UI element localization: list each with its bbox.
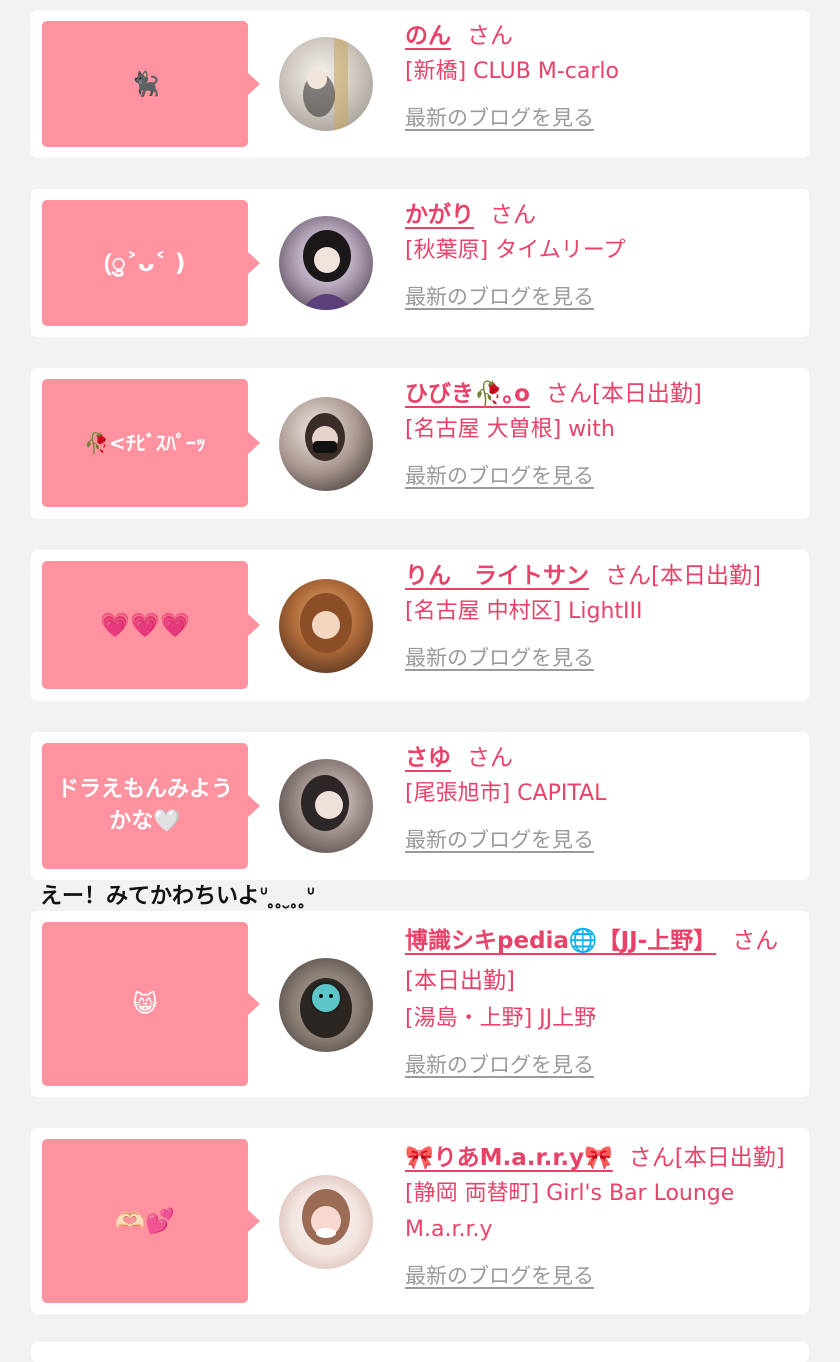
comment-text: 💗💗💗 bbox=[100, 611, 190, 639]
comment-bubble: (ु˃ᴗ˂ ) bbox=[42, 200, 260, 326]
honorific: さん bbox=[467, 23, 513, 49]
avatar-image bbox=[301, 775, 349, 831]
avatar[interactable] bbox=[279, 397, 373, 491]
avatar[interactable] bbox=[279, 37, 373, 131]
girl-card: 💗💗💗 りん ライトサン さん[本日出勤] [名古屋 中村区] LightIII … bbox=[31, 550, 809, 701]
girl-name-link[interactable]: りん ライトサン bbox=[405, 563, 589, 589]
girl-info: さゆ さん [尾張旭市] CAPITAL 最新のブログを見る bbox=[405, 740, 797, 854]
girl-info: 博識シキpedia🌐【JJ-上野】 さん[本日出勤] [湯島・上野] JJ上野 最… bbox=[405, 921, 797, 1079]
comment-bubble: 🐈‍⬛ bbox=[42, 21, 260, 147]
girl-info: ひびき🥀｡o さん[本日出勤] [名古屋 大曽根] with 最新のブログを見る bbox=[405, 376, 797, 490]
girl-card: (ु˃ᴗ˂ ) かがり さん [秋葉原] タイムリープ 最新のブログを見る bbox=[31, 189, 809, 337]
latest-blog-link[interactable]: 最新のブログを見る bbox=[405, 824, 594, 854]
honorific: さん[本日出勤] bbox=[545, 381, 702, 407]
latest-blog-link[interactable]: 最新のブログを見る bbox=[405, 460, 594, 490]
latest-blog-link[interactable]: 最新のブログを見る bbox=[405, 281, 594, 311]
shop-name: [新橋] CLUB M-carlo bbox=[405, 59, 619, 84]
shop-name: [尾張旭市] CAPITAL bbox=[405, 781, 607, 806]
girl-card: 😸 博識シキpedia🌐【JJ-上野】 さん[本日出勤] [湯島・上野] JJ上野… bbox=[31, 911, 809, 1097]
shop-name: [秋葉原] タイムリープ bbox=[405, 238, 626, 263]
shop-name: [名古屋 大曽根] with bbox=[405, 417, 615, 442]
girl-name-link[interactable]: かがり bbox=[405, 202, 474, 228]
avatar-image bbox=[300, 978, 352, 1038]
avatar-image bbox=[303, 37, 348, 131]
latest-blog-link[interactable]: 最新のブログを見る bbox=[405, 102, 594, 132]
girl-card: 🥀<ﾁﾋﾞｽﾊﾟｰｯ ひびき🥀｡o さん[本日出勤] [名古屋 大曽根] with… bbox=[31, 368, 809, 519]
girl-name-link[interactable]: のん bbox=[405, 23, 451, 49]
name-line: ひびき🥀｡o さん[本日出勤] bbox=[405, 376, 797, 412]
comment-bubble: ドラえもんみようかな🤍 bbox=[42, 743, 260, 869]
comment-text: 🐈‍⬛ bbox=[130, 70, 160, 98]
avatar-image bbox=[302, 1189, 350, 1245]
girl-info: りん ライトサン さん[本日出勤] [名古屋 中村区] LightIII 最新のブ… bbox=[405, 558, 797, 672]
name-line: 博識シキpedia🌐【JJ-上野】 さん[本日出勤] bbox=[405, 921, 797, 1001]
avatar[interactable] bbox=[279, 216, 373, 310]
latest-blog-link[interactable]: 最新のブログを見る bbox=[405, 1260, 594, 1290]
girl-name-link[interactable]: 博識シキpedia🌐【JJ-上野】 bbox=[405, 928, 716, 954]
honorific: さん[本日出勤] bbox=[628, 1145, 785, 1171]
latest-blog-link[interactable]: 最新のブログを見る bbox=[405, 642, 594, 672]
girl-info: 🎀りあM.a.r.r.y🎀 さん[本日出勤] [静岡 両替町] Girl's Ba… bbox=[405, 1140, 797, 1290]
name-line: りん ライトサン さん[本日出勤] bbox=[405, 558, 797, 594]
comment-text: ドラえもんみようかな🤍 bbox=[56, 777, 233, 834]
avatar[interactable] bbox=[279, 759, 373, 853]
shop-name: [名古屋 中村区] LightIII bbox=[405, 599, 643, 624]
name-line: のん さん bbox=[405, 18, 797, 54]
honorific: さん bbox=[467, 745, 513, 771]
honorific: さん bbox=[490, 202, 536, 228]
next-card-edge bbox=[31, 1342, 809, 1362]
avatar[interactable] bbox=[279, 579, 373, 673]
girl-card: 🐈‍⬛ のん さん [新橋] CLUB M-carlo 最新のブログを見る bbox=[31, 10, 809, 158]
comment-bubble: 😸 bbox=[42, 922, 260, 1086]
comment-text: 🫶🏻💕 bbox=[115, 1207, 175, 1235]
shop-name: [湯島・上野] JJ上野 bbox=[405, 1006, 597, 1031]
name-line: 🎀りあM.a.r.r.y🎀 さん[本日出勤] bbox=[405, 1140, 797, 1176]
girl-card: ドラえもんみようかな🤍 さゆ さん [尾張旭市] CAPITAL 最新のブログを見… bbox=[31, 732, 809, 880]
comment-text: 🥀<ﾁﾋﾞｽﾊﾟｰｯ bbox=[84, 431, 206, 455]
comment-text: (ु˃ᴗ˂ ) bbox=[104, 249, 186, 277]
girl-name-link[interactable]: ひびき🥀｡o bbox=[405, 381, 530, 407]
comment-bubble: 🫶🏻💕 bbox=[42, 1139, 260, 1303]
girl-name-link[interactable]: 🎀りあM.a.r.r.y🎀 bbox=[405, 1145, 613, 1171]
honorific: さん[本日出勤] bbox=[605, 563, 761, 589]
avatar-image bbox=[305, 413, 345, 461]
avatar-image bbox=[301, 230, 353, 310]
girl-card: 🫶🏻💕 🎀りあM.a.r.r.y🎀 さん[本日出勤] [静岡 両替町] Girl'… bbox=[31, 1128, 809, 1314]
latest-blog-link[interactable]: 最新のブログを見る bbox=[405, 1049, 594, 1079]
comment-bubble: 🥀<ﾁﾋﾞｽﾊﾟｰｯ bbox=[42, 379, 260, 507]
avatar[interactable] bbox=[279, 958, 373, 1052]
comment-bubble: 💗💗💗 bbox=[42, 561, 260, 689]
girl-info: かがり さん [秋葉原] タイムリープ 最新のブログを見る bbox=[405, 197, 797, 311]
name-line: さゆ さん bbox=[405, 740, 797, 776]
comment-text: 😸 bbox=[132, 990, 158, 1018]
name-line: かがり さん bbox=[405, 197, 797, 233]
avatar[interactable] bbox=[279, 1175, 373, 1269]
girl-name-link[interactable]: さゆ bbox=[405, 745, 451, 771]
overlay-caption: えー！みてかわちいよᐡ ̥ ̥ ̮ ̥ ̥ᐡ bbox=[40, 884, 316, 909]
shop-name: [静岡 両替町] Girl's Bar Lounge M.a.r.r.y bbox=[405, 1181, 735, 1242]
girl-info: のん さん [新橋] CLUB M-carlo 最新のブログを見る bbox=[405, 18, 797, 132]
avatar-image bbox=[300, 593, 352, 653]
